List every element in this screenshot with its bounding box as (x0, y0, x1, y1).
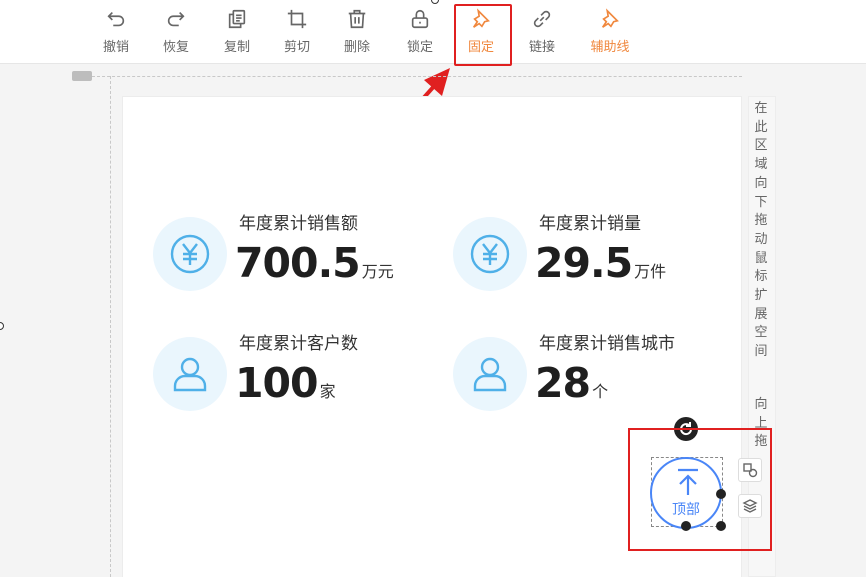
stat-icon-circle (453, 337, 527, 411)
guide-button[interactable]: 辅助线 (585, 8, 635, 58)
copy-icon (228, 9, 246, 29)
user-icon (473, 357, 507, 392)
guide-pin-icon (601, 8, 619, 28)
stat-title: 年度累计销量 (539, 214, 641, 234)
resize-handle-left[interactable] (0, 322, 4, 330)
expand-hint-text: 在此区域向下拖动鼠标扩展空间 (754, 101, 768, 360)
link-button[interactable]: 链接 (517, 8, 567, 58)
redo-button[interactable]: 恢复 (151, 8, 201, 58)
stat-unit: 万元 (361, 262, 394, 281)
lock-label: 锁定 (406, 40, 433, 55)
stat-title: 年度累计销售额 (239, 214, 358, 234)
stat-value: 100 家 (235, 359, 336, 407)
trash-icon (348, 9, 366, 29)
copy-button[interactable]: 复制 (212, 8, 262, 58)
delete-label: 删除 (343, 40, 370, 55)
delete-button[interactable]: 删除 (332, 8, 382, 58)
redo-icon (167, 11, 185, 27)
crop-icon (287, 9, 307, 29)
copy-label: 复制 (223, 40, 250, 55)
user-icon (173, 357, 207, 392)
cut-label: 剪切 (283, 40, 310, 55)
toolbar: 撤销 恢复 复制 剪切 删除 锁定 固定 链接 辅助线 (0, 0, 866, 66)
cut-button[interactable]: 剪切 (272, 8, 322, 58)
stat-unit: 家 (319, 382, 336, 401)
link-label: 链接 (528, 40, 555, 55)
yen-icon (170, 234, 210, 274)
widget-highlight-box (628, 428, 772, 551)
stat-title: 年度累计销售城市 (539, 334, 675, 354)
stat-title: 年度累计客户数 (239, 334, 358, 354)
guide-label: 辅助线 (590, 40, 630, 55)
guide-line-vertical (110, 76, 111, 577)
redo-label: 恢复 (162, 40, 189, 55)
lock-icon (411, 9, 429, 29)
yen-icon (470, 234, 510, 274)
ruler-tab[interactable] (72, 71, 92, 81)
lock-button[interactable]: 锁定 (395, 8, 445, 58)
undo-label: 撤销 (102, 40, 129, 55)
undo-button[interactable]: 撤销 (91, 8, 141, 58)
stat-icon-circle (453, 217, 527, 291)
guide-line-horizontal (92, 76, 742, 77)
stat-unit: 万件 (634, 262, 667, 281)
stat-number: 29.5 (535, 239, 633, 287)
stat-unit: 个 (592, 382, 609, 401)
stat-value: 28 个 (535, 359, 608, 407)
stat-value: 700.5 万元 (235, 239, 394, 287)
fix-highlight-box (454, 4, 512, 66)
link-icon (533, 10, 551, 28)
stat-icon-circle (153, 337, 227, 411)
stat-number: 28 (535, 359, 591, 407)
stat-value: 29.5 万件 (535, 239, 666, 287)
stat-icon-circle (153, 217, 227, 291)
stat-number: 700.5 (235, 239, 361, 287)
editor-root: 撤销 恢复 复制 剪切 删除 锁定 固定 链接 辅助线 年度累计销售额 700.… (0, 0, 866, 577)
undo-icon (107, 11, 125, 27)
stat-number: 100 (235, 359, 319, 407)
